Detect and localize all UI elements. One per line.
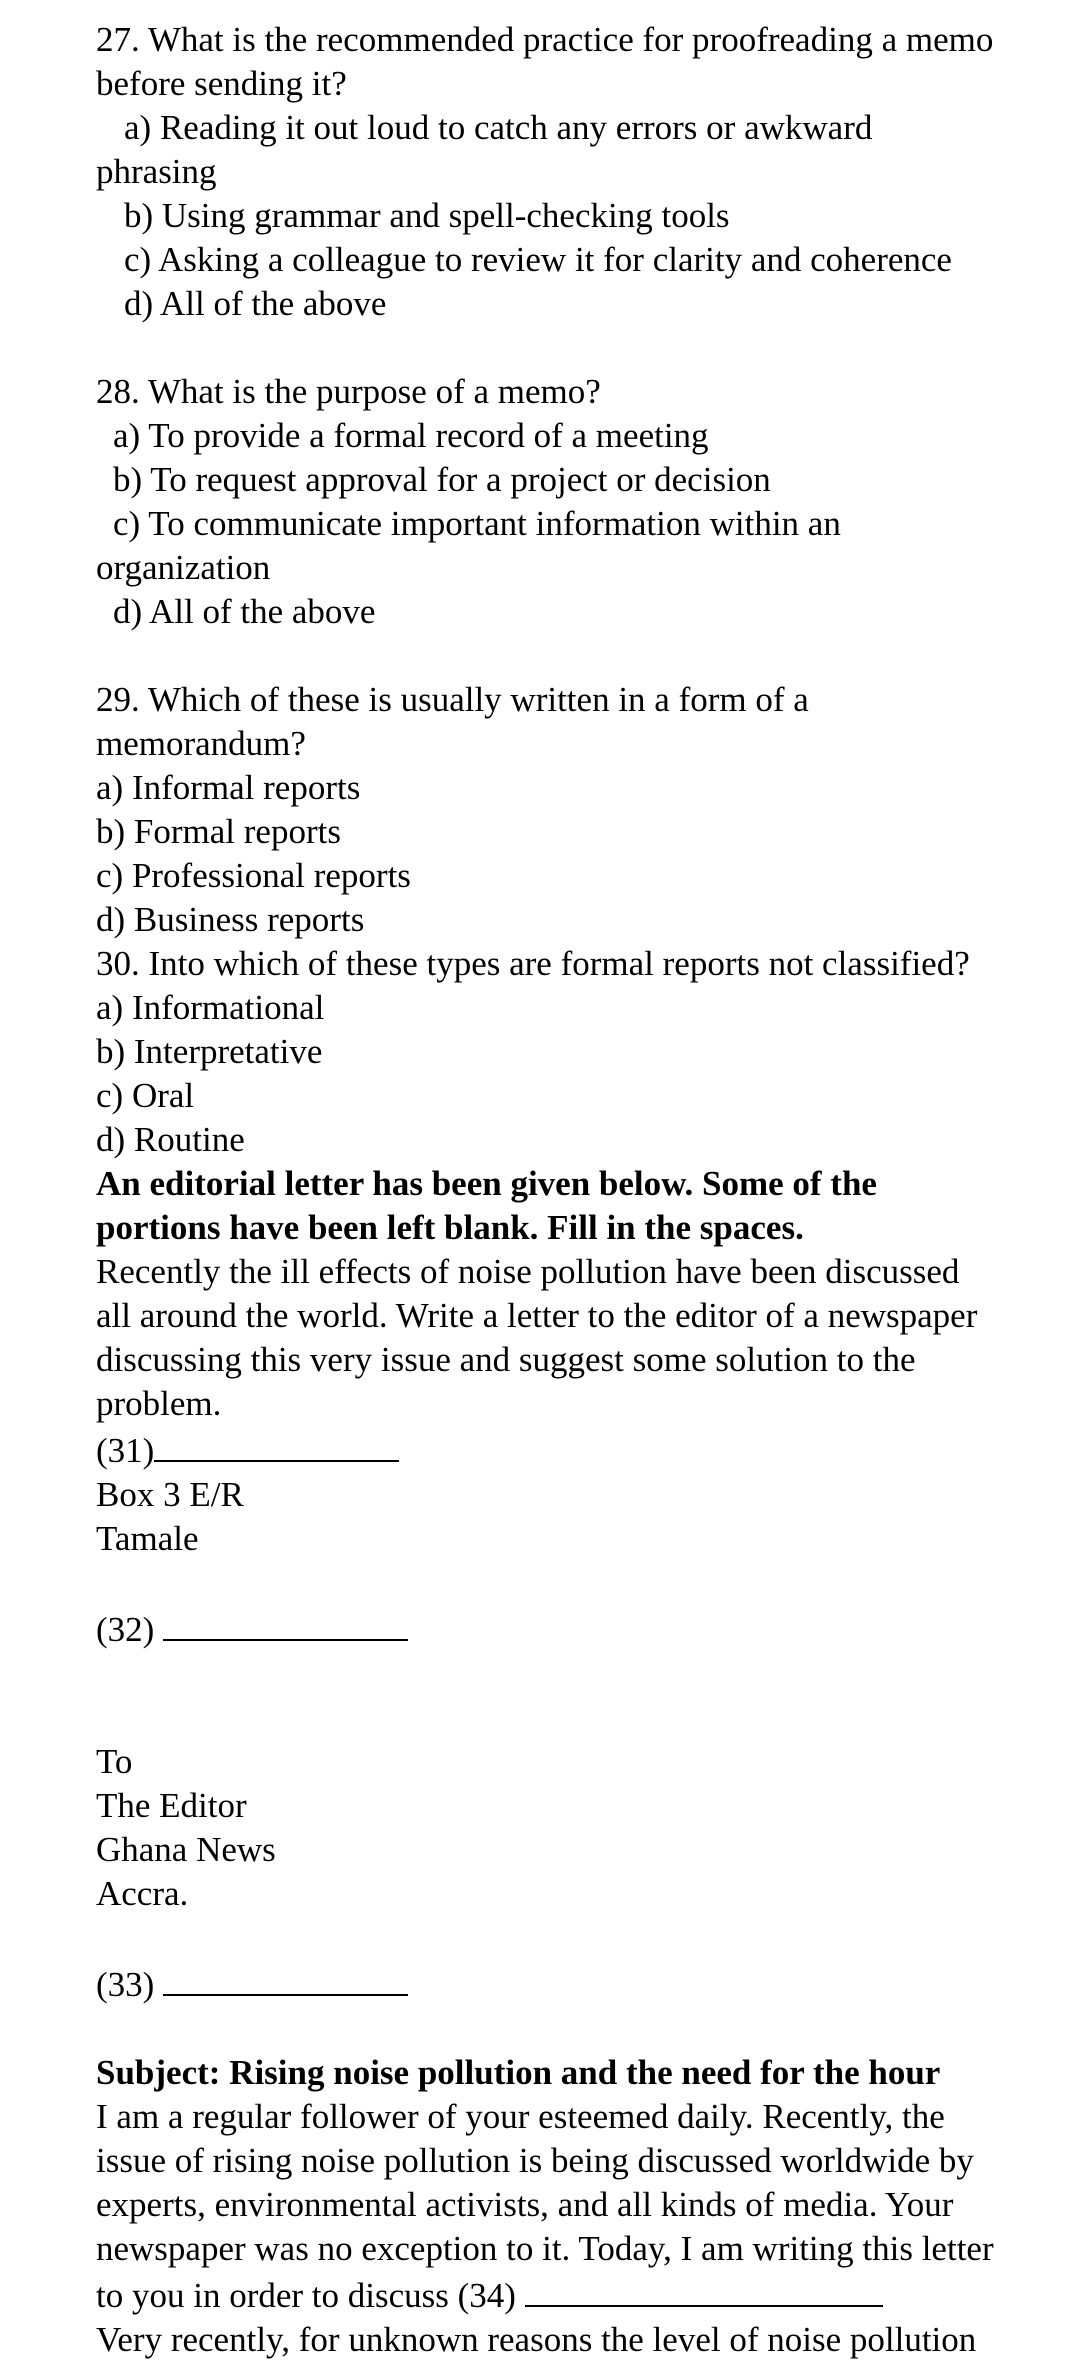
- letter-body-line: issue of rising noise pollution is being…: [96, 2141, 974, 2180]
- option-d: d) All of the above: [113, 592, 376, 631]
- recipient-line: To: [96, 1742, 133, 1781]
- option-b: b) Using grammar and spell-checking tool…: [124, 196, 730, 235]
- question-30: 30. Into which of these types are formal…: [96, 942, 1076, 1162]
- option-a: a) Informational: [96, 988, 325, 1027]
- prompt-text: Recently the ill effects of noise pollut…: [96, 1252, 960, 1291]
- letter-body-line: I am a regular follower of your esteemed…: [96, 2097, 945, 2136]
- question-text: memorandum?: [96, 724, 306, 763]
- option-b: b) To request approval for a project or …: [113, 460, 771, 499]
- instruction-text: An editorial letter has been given below…: [96, 1164, 877, 1203]
- option-c: c) Professional reports: [96, 856, 411, 895]
- sender-address-line: Box 3 E/R: [96, 1475, 244, 1514]
- option-a: a) Informal reports: [96, 768, 361, 807]
- letter-prompt: Recently the ill effects of noise pollut…: [96, 1250, 1076, 1426]
- option-d: d) All of the above: [124, 284, 387, 323]
- prompt-text: all around the world. Write a letter to …: [96, 1296, 978, 1335]
- option-a: a) Reading it out loud to catch any erro…: [124, 108, 873, 147]
- question-text: before sending it?: [96, 64, 347, 103]
- option-c: c) Oral: [96, 1076, 195, 1115]
- question-28: 28. What is the purpose of a memo? a) To…: [96, 370, 1076, 634]
- letter-body-line: experts, environmental activists, and al…: [96, 2185, 954, 2224]
- blank-32-label: (32): [96, 1610, 164, 1649]
- option-d: d) Business reports: [96, 900, 365, 939]
- blank-33-label: (33): [96, 1965, 164, 2004]
- blank-31-label: (31): [96, 1431, 155, 1470]
- letter-subject: Subject: Rising noise pollution and the …: [96, 2053, 941, 2092]
- letter-body-line: Very recently, for unknown reasons the l…: [96, 2320, 977, 2359]
- option-c: c) To communicate important information …: [113, 504, 841, 543]
- letter-body-line: newspaper was no exception to it. Today,…: [96, 2229, 994, 2268]
- question-27: 27. What is the recommended practice for…: [96, 18, 1076, 326]
- option-b: b) Formal reports: [96, 812, 341, 851]
- sender-address-line: Tamale: [96, 1519, 199, 1558]
- instruction-text: portions have been left blank. Fill in t…: [96, 1208, 804, 1247]
- blank-32-line: (32): [96, 1605, 1076, 1652]
- prompt-text: discussing this very issue and suggest s…: [96, 1340, 916, 1379]
- blank-34-prefix: to you in order to discuss (34): [96, 2276, 525, 2315]
- blank-33[interactable]: [163, 1960, 409, 1996]
- option-c: c) Asking a colleague to review it for c…: [124, 240, 952, 279]
- question-text: 28. What is the purpose of a memo?: [96, 372, 601, 411]
- question-text: 30. Into which of these types are formal…: [96, 944, 970, 983]
- option-d: d) Routine: [96, 1120, 245, 1159]
- recipient-line: Ghana News: [96, 1830, 276, 1869]
- prompt-text: problem.: [96, 1384, 222, 1423]
- question-29: 29. Which of these is usually written in…: [96, 678, 1076, 942]
- option-b: b) Interpretative: [96, 1032, 323, 1071]
- document-page: 27. What is the recommended practice for…: [96, 18, 1076, 2362]
- option-c-continued: organization: [96, 548, 271, 587]
- blank-31-line: (31): [96, 1426, 1076, 1473]
- option-a-continued: phrasing: [96, 152, 217, 191]
- blank-34[interactable]: [524, 2271, 883, 2307]
- recipient-line: Accra.: [96, 1874, 189, 1913]
- blank-34-line: to you in order to discuss (34): [96, 2271, 1076, 2318]
- recipient-line: The Editor: [96, 1786, 247, 1825]
- blank-31[interactable]: [154, 1426, 400, 1462]
- blank-33-line: (33): [96, 1960, 1076, 2007]
- option-a: a) To provide a formal record of a meeti…: [113, 416, 709, 455]
- blank-32[interactable]: [163, 1605, 409, 1641]
- editorial-letter: (31) Box 3 E/R Tamale (32) To The Editor…: [96, 1426, 1076, 2362]
- section-instruction: An editorial letter has been given below…: [96, 1162, 1076, 1250]
- question-text: 29. Which of these is usually written in…: [96, 680, 809, 719]
- question-text: 27. What is the recommended practice for…: [96, 20, 994, 59]
